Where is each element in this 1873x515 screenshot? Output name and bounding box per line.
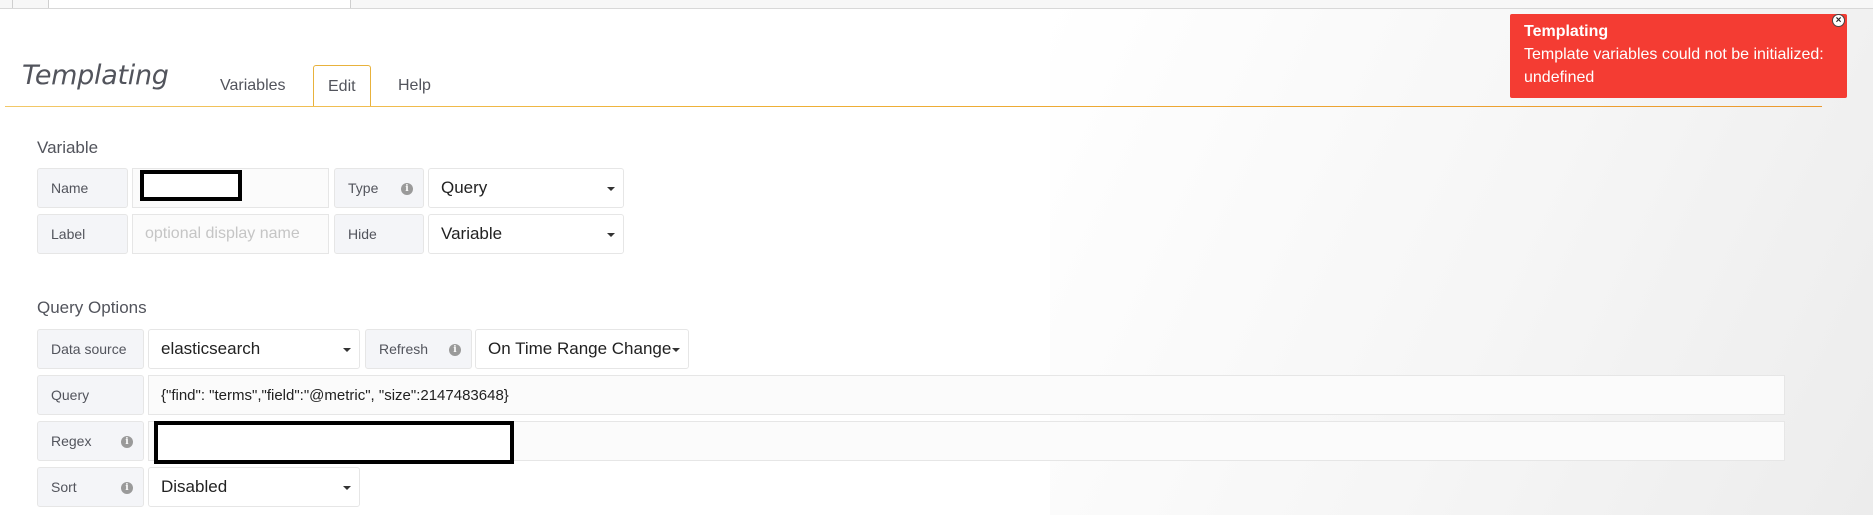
- query-options-section-title: Query Options: [37, 298, 147, 317]
- top-tab[interactable]: [48, 0, 351, 8]
- type-select[interactable]: Query: [428, 168, 624, 208]
- label-input[interactable]: optional display name: [132, 214, 329, 254]
- type-label-text: Type: [348, 180, 379, 196]
- query-label-text: Query: [51, 387, 90, 403]
- redaction-box: [154, 421, 514, 464]
- chevron-down-icon: [607, 187, 615, 191]
- page-title: Templating: [22, 60, 169, 91]
- alert-title: Templating: [1524, 23, 1609, 40]
- hide-select[interactable]: Variable: [428, 214, 624, 254]
- query-input[interactable]: {"find": "terms","field":"@metric", "siz…: [148, 375, 1785, 415]
- info-icon[interactable]: i: [121, 436, 133, 448]
- refresh-label-text: Refresh: [379, 341, 429, 357]
- info-icon[interactable]: i: [121, 482, 133, 494]
- sort-select-value: Disabled: [161, 477, 228, 496]
- datasource-select[interactable]: elasticsearch: [148, 329, 360, 369]
- query-label: Query: [37, 375, 144, 415]
- tab-help[interactable]: Help: [384, 65, 445, 107]
- top-tab-strip: [0, 0, 1873, 9]
- chevron-down-icon: [672, 348, 680, 352]
- tab-variables[interactable]: Variables: [206, 65, 300, 107]
- datasource-label: Data source: [37, 329, 144, 369]
- name-label: Name: [37, 168, 128, 208]
- close-icon[interactable]: ×: [1832, 14, 1845, 27]
- hide-label: Hide: [334, 214, 424, 254]
- type-select-value: Query: [441, 178, 488, 197]
- sort-label: Sort i: [37, 467, 144, 507]
- datasource-select-value: elasticsearch: [161, 339, 261, 358]
- info-icon[interactable]: i: [449, 344, 461, 356]
- chevron-down-icon: [343, 486, 351, 490]
- name-label-text: Name: [51, 180, 89, 196]
- refresh-select-value: On Time Range Change: [488, 339, 672, 358]
- datasource-label-text: Data source: [51, 341, 127, 357]
- error-alert: Templating Template variables could not …: [1510, 14, 1847, 98]
- variable-section-title: Variable: [37, 138, 99, 157]
- label-label-text: Label: [51, 226, 86, 242]
- label-input-placeholder: optional display name: [145, 225, 300, 242]
- info-icon[interactable]: i: [401, 183, 413, 195]
- hide-select-value: Variable: [441, 224, 503, 243]
- redaction-box: [140, 170, 242, 201]
- header-divider: [5, 106, 1822, 107]
- tab-edit[interactable]: Edit: [313, 65, 371, 107]
- refresh-select[interactable]: On Time Range Change: [475, 329, 689, 369]
- hide-label-text: Hide: [348, 226, 377, 242]
- regex-label-text: Regex: [51, 433, 92, 449]
- label-label: Label: [37, 214, 128, 254]
- sort-select[interactable]: Disabled: [148, 467, 360, 507]
- alert-message: Template variables could not be initiali…: [1524, 46, 1824, 86]
- regex-label: Regex i: [37, 421, 144, 461]
- type-label: Type i: [334, 168, 424, 208]
- chevron-down-icon: [607, 233, 615, 237]
- query-input-value: {"find": "terms","field":"@metric", "siz…: [161, 386, 509, 404]
- tab-divider: [12, 0, 13, 8]
- chevron-down-icon: [343, 348, 351, 352]
- refresh-label: Refresh i: [365, 329, 472, 369]
- sort-label-text: Sort: [51, 479, 77, 495]
